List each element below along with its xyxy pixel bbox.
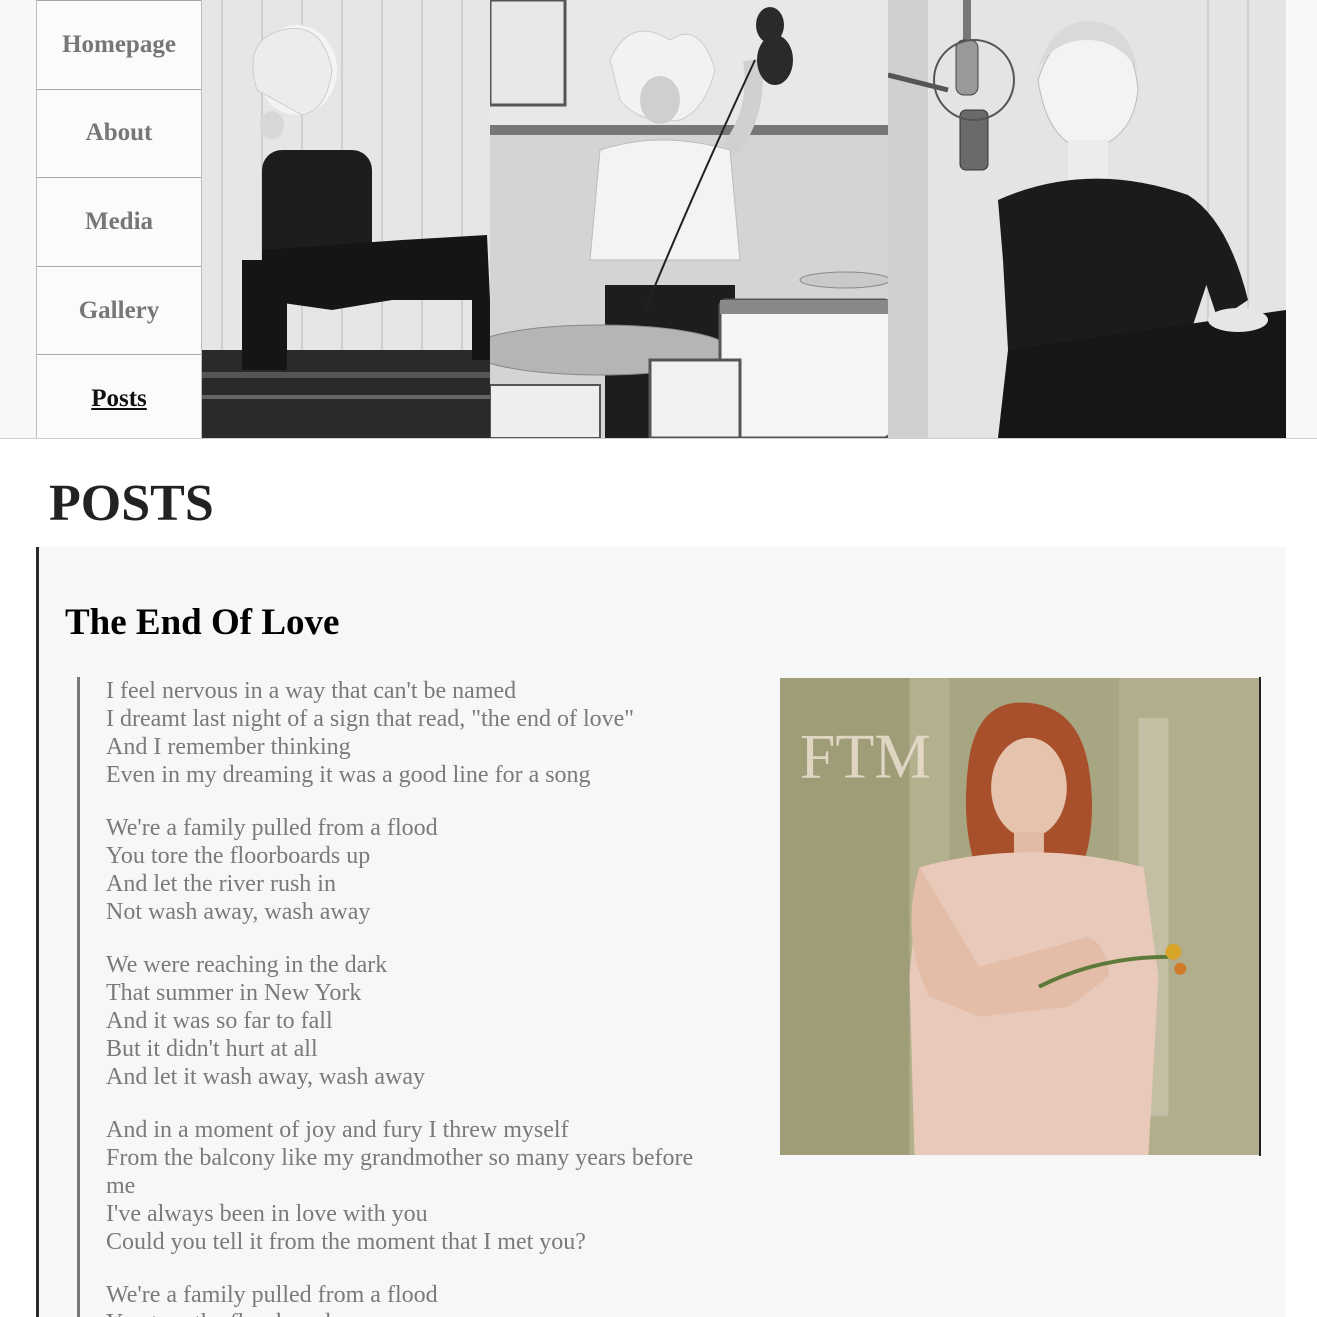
lyric-line: And in a moment of joy and fury I threw … — [106, 1117, 569, 1143]
page-title: POSTS — [49, 475, 214, 532]
lyric-line: From the balcony like my grandmother so … — [106, 1145, 694, 1199]
lyric-line: I've always been in love with you — [106, 1201, 428, 1227]
photo-piano-icon — [202, 0, 490, 438]
lyrics-stanza: I feel nervous in a way that can't be na… — [106, 677, 727, 789]
album-cover-icon: FTM — [780, 677, 1261, 1156]
photo-microphone-icon — [888, 0, 1286, 438]
lyric-line: You tore the floorboards up — [106, 843, 371, 869]
lyric-line: I feel nervous in a way that can't be na… — [106, 678, 517, 704]
nav-item-media[interactable]: Media — [37, 177, 201, 266]
lyric-line: Not wash away, wash away — [106, 899, 371, 925]
lyrics-quote: I feel nervous in a way that can't be na… — [77, 677, 727, 1317]
main-nav: Homepage About Media Gallery Posts — [36, 0, 202, 438]
nav-item-about[interactable]: About — [37, 88, 201, 178]
header: Homepage About Media Gallery Posts — [0, 0, 1317, 439]
lyric-line: And let the river rush in — [106, 871, 336, 897]
post-title: The End Of Love — [65, 602, 340, 643]
lyric-line: That summer in New York — [106, 980, 362, 1006]
lyric-line: Even in my dreaming it was a good line f… — [106, 762, 591, 788]
lyric-line: And it was so far to fall — [106, 1008, 333, 1034]
nav-item-gallery[interactable]: Gallery — [37, 265, 201, 355]
photo-drums-icon — [490, 0, 888, 438]
lyrics-stanza: We're a family pulled from a flood You t… — [106, 1281, 727, 1317]
post-card: The End Of Love I feel nervous in a way … — [36, 547, 1286, 1317]
hero-banner — [202, 0, 1286, 438]
lyric-line: You tore the floorboards up — [106, 1309, 727, 1317]
lyric-line: We were reaching in the dark — [106, 952, 388, 978]
lyrics-stanza: We were reaching in the dark That summer… — [106, 951, 727, 1091]
lyric-line: And I remember thinking — [106, 734, 351, 760]
lyric-line: We're a family pulled from a flood — [106, 1282, 438, 1308]
nav-item-homepage[interactable]: Homepage — [37, 0, 201, 89]
lyric-line: But it didn't hurt at all — [106, 1036, 318, 1062]
lyrics-stanza: And in a moment of joy and fury I threw … — [106, 1116, 727, 1256]
lyric-line: Could you tell it from the moment that I… — [106, 1229, 586, 1255]
lyric-line: We're a family pulled from a flood — [106, 815, 438, 841]
lyric-line: I dreamt last night of a sign that read,… — [106, 706, 635, 732]
nav-item-posts[interactable]: Posts — [37, 354, 201, 443]
lyrics-stanza: We're a family pulled from a flood You t… — [106, 814, 727, 926]
album-monogram: FTM — [800, 721, 931, 792]
lyric-line: And let it wash away, wash away — [106, 1064, 426, 1090]
